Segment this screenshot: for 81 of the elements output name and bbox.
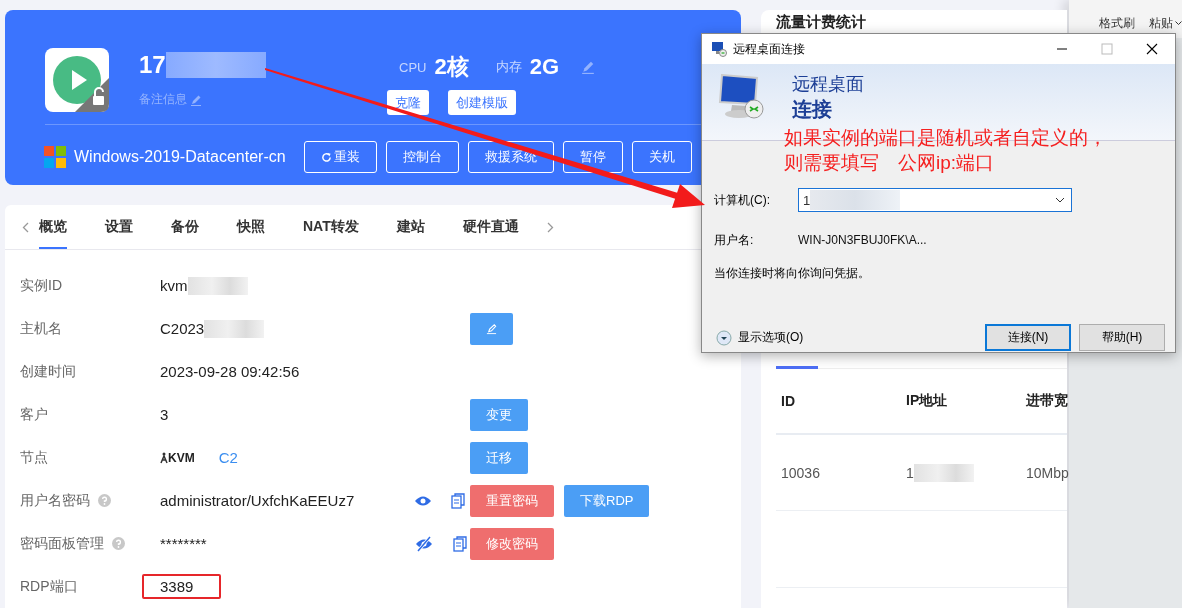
column-header: ID	[781, 393, 796, 409]
action-button[interactable]: 控制台	[386, 141, 459, 173]
action-button[interactable]: 重装	[304, 141, 377, 173]
tab-indicator	[776, 366, 818, 369]
column-header: 进带宽	[1026, 392, 1068, 410]
memory-label: 内存	[495, 58, 522, 76]
dialog-button[interactable]: 帮助(H)	[1079, 324, 1165, 351]
node-link[interactable]: C2	[218, 449, 238, 466]
tab[interactable]: 硬件直通	[462, 205, 519, 249]
action-button[interactable]: 变更	[470, 398, 528, 431]
tab[interactable]: 备份	[171, 205, 199, 249]
eye-icon[interactable]	[415, 494, 431, 507]
annotation-text: 则需要填写 公网ip:端口	[784, 151, 996, 175]
field-label: 用户名密码	[20, 491, 90, 510]
annotation-text: 如果实例的端口是随机或者自定义的，	[784, 126, 1107, 150]
field-value: C2023	[160, 320, 205, 337]
vm-play-icon	[45, 48, 109, 112]
windows-logo-icon	[44, 146, 66, 168]
copy-icon[interactable]	[451, 492, 465, 509]
edit-button[interactable]	[470, 312, 513, 345]
computer-label: 计算机(C):	[714, 191, 771, 209]
field-label: RDP端口	[20, 577, 78, 596]
pencil-icon[interactable]	[190, 93, 202, 106]
tab[interactable]: 建站	[396, 205, 425, 249]
table-cell: 10036	[781, 464, 820, 481]
field-label: 创建时间	[20, 362, 76, 381]
action-button[interactable]: 修改密码	[470, 527, 554, 560]
computer-monitor-icon	[717, 72, 767, 122]
close-icon[interactable]	[1146, 43, 1158, 55]
card-title: 流量计费统计	[776, 13, 867, 31]
expand-icon[interactable]	[716, 329, 732, 346]
column-header: IP地址	[906, 392, 949, 410]
create-template-button[interactable]: 创建模版	[448, 90, 516, 115]
computer-combobox[interactable]: 1	[798, 188, 1072, 212]
field-label: 实例ID	[20, 276, 62, 295]
pencil-icon	[486, 322, 497, 335]
action-button[interactable]: 关机	[632, 141, 692, 173]
tab[interactable]: NAT转发	[303, 205, 359, 249]
pencil-icon[interactable]	[581, 60, 596, 74]
dialog-heading: 连接	[792, 97, 833, 122]
field-value: ********	[160, 535, 207, 552]
field-label: 主机名	[20, 319, 62, 338]
instance-name: 17	[139, 51, 166, 79]
field-value: 3	[160, 406, 169, 423]
field-value: administrator/UxfchKaEEUz7	[160, 492, 355, 509]
username-label: 用户名:	[714, 231, 755, 249]
field-value: KVM	[168, 450, 195, 465]
memory-value: 2G	[529, 54, 560, 80]
field-value: 3389	[142, 574, 222, 599]
field-label: 密码面板管理	[20, 534, 104, 553]
cpu-label: CPU	[399, 59, 427, 75]
ribbon-button[interactable]: 格式刷	[1099, 15, 1135, 32]
dialog-title: 远程桌面连接	[733, 40, 805, 58]
dialog-button[interactable]: 连接(N)	[985, 324, 1071, 351]
tab[interactable]: 概览	[39, 205, 67, 249]
tab[interactable]: 快照	[237, 205, 265, 249]
credentials-note: 当你连接时将向你询问凭据。	[714, 265, 871, 282]
action-button[interactable]: 迁移	[470, 441, 528, 474]
ribbon-button[interactable]: 粘贴	[1149, 15, 1182, 32]
os-name: Windows-2019-Datacenter-cn	[74, 147, 287, 167]
cpu-value: 2核	[434, 53, 469, 81]
field-label: 客户	[20, 405, 48, 424]
username-value: WIN-J0N3FBUJ0FK\A...	[798, 233, 927, 247]
eye-slash-icon[interactable]	[415, 535, 433, 552]
field-label: 节点	[20, 448, 48, 467]
action-button[interactable]: 重置密码	[470, 484, 554, 517]
chevron-right-icon[interactable]	[546, 221, 554, 233]
action-button[interactable]: 下载RDP	[564, 484, 650, 517]
field-value: kvm	[160, 277, 188, 294]
tab[interactable]: 设置	[105, 205, 133, 249]
copy-icon[interactable]	[453, 535, 467, 552]
refresh-icon	[321, 151, 332, 163]
field-value: 2023-09-28 09:42:56	[160, 363, 300, 380]
dialog-heading: 远程桌面	[792, 73, 864, 96]
clone-button[interactable]: 克隆	[387, 90, 429, 115]
table-cell: 1	[906, 464, 914, 481]
chevron-left-icon[interactable]	[22, 221, 29, 233]
chevron-down-icon[interactable]	[1055, 197, 1065, 203]
monitor-icon	[711, 41, 727, 57]
show-options-link[interactable]: 显示选项(O)	[738, 329, 804, 346]
table-cell: 10Mbp	[1026, 464, 1069, 481]
